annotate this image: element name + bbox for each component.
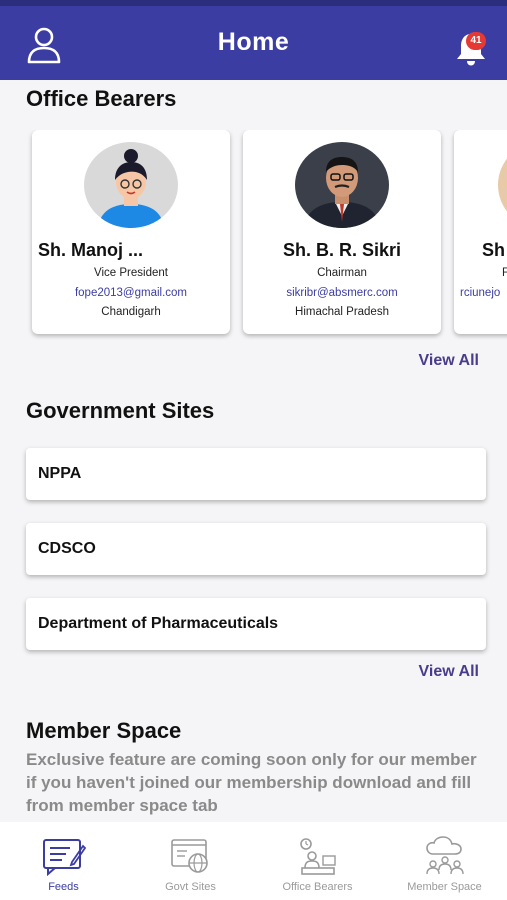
- government-sites-view-all-link[interactable]: View All: [419, 663, 479, 681]
- bearer-name: Sh. B. R. Sikri: [282, 240, 402, 260]
- bearer-email[interactable]: sikribr@absmerc.com: [243, 287, 441, 299]
- government-sites-heading: Government Sites: [26, 398, 215, 423]
- govt-site-item-cdsco[interactable]: CDSCO: [26, 523, 486, 575]
- member-space-description: Exclusive feature are coming soon only f…: [26, 750, 477, 815]
- bearer-location: Himachal Pradesh: [295, 306, 389, 318]
- bearer-name: Sh: [482, 240, 506, 260]
- bearer-email[interactable]: fope2013@gmail.com: [32, 287, 230, 299]
- bearer-name: Sh. Manoj ...: [38, 240, 144, 260]
- office-bearer-card[interactable]: Sh F rciunejo: [454, 130, 507, 334]
- feeds-icon: [42, 839, 86, 876]
- bearer-location: Chandigarh: [101, 306, 161, 318]
- office-bearers-icon: [299, 838, 336, 875]
- member-space-heading: Member Space: [26, 718, 182, 743]
- govt-sites-icon: [170, 839, 208, 873]
- top-app-bar: Home 41: [0, 0, 507, 80]
- office-bearer-card[interactable]: Sh. Manoj ... Vice President fope2013@gm…: [32, 130, 230, 334]
- bearer-role: F: [502, 267, 507, 279]
- nav-tab-member-space[interactable]: Member Space: [381, 822, 507, 900]
- bearer-role: Vice President: [94, 267, 168, 279]
- govt-site-label: CDSCO: [38, 540, 96, 557]
- office-bearers-view-all-link[interactable]: View All: [419, 352, 479, 370]
- office-bearer-card[interactable]: Sh. B. R. Sikri Chairman sikribr@absmerc…: [243, 130, 441, 334]
- avatar: [84, 142, 178, 228]
- avatar: [295, 142, 389, 228]
- page-title: Home: [217, 28, 290, 56]
- govt-site-item-department-of-pharmaceuticals[interactable]: Department of Pharmaceuticals: [26, 598, 486, 650]
- nav-tab-label: Govt Sites: [165, 881, 216, 893]
- bottom-navigation: Feeds Govt Sites Office Bearers Member S…: [0, 822, 507, 900]
- nav-tab-govt-sites[interactable]: Govt Sites: [127, 822, 254, 900]
- member-space-icon: [425, 836, 464, 875]
- bearer-email[interactable]: rciunejo: [460, 287, 507, 299]
- main-content[interactable]: Office Bearers Sh. Manoj ... Vice Presid…: [0, 80, 507, 822]
- male-photo-avatar: [295, 142, 389, 228]
- govt-site-item-nppa[interactable]: NPPA: [26, 448, 486, 500]
- notification-count-badge: 41: [466, 32, 486, 50]
- office-bearers-heading: Office Bearers: [26, 86, 177, 111]
- govt-site-label: NPPA: [38, 465, 82, 482]
- nav-tab-feeds[interactable]: Feeds: [0, 822, 127, 900]
- nav-tab-label: Feeds: [48, 881, 79, 893]
- nav-tab-office-bearers[interactable]: Office Bearers: [254, 822, 381, 900]
- govt-site-label: Department of Pharmaceuticals: [38, 615, 279, 632]
- partial-avatar: [498, 158, 507, 212]
- nav-tab-label: Member Space: [407, 881, 482, 893]
- female-avatar-icon: [84, 142, 178, 228]
- office-bearers-carousel[interactable]: Sh. Manoj ... Vice President fope2013@gm…: [0, 130, 507, 340]
- avatar: [494, 142, 507, 228]
- bearer-role: Chairman: [317, 267, 367, 279]
- nav-tab-label: Office Bearers: [282, 881, 353, 893]
